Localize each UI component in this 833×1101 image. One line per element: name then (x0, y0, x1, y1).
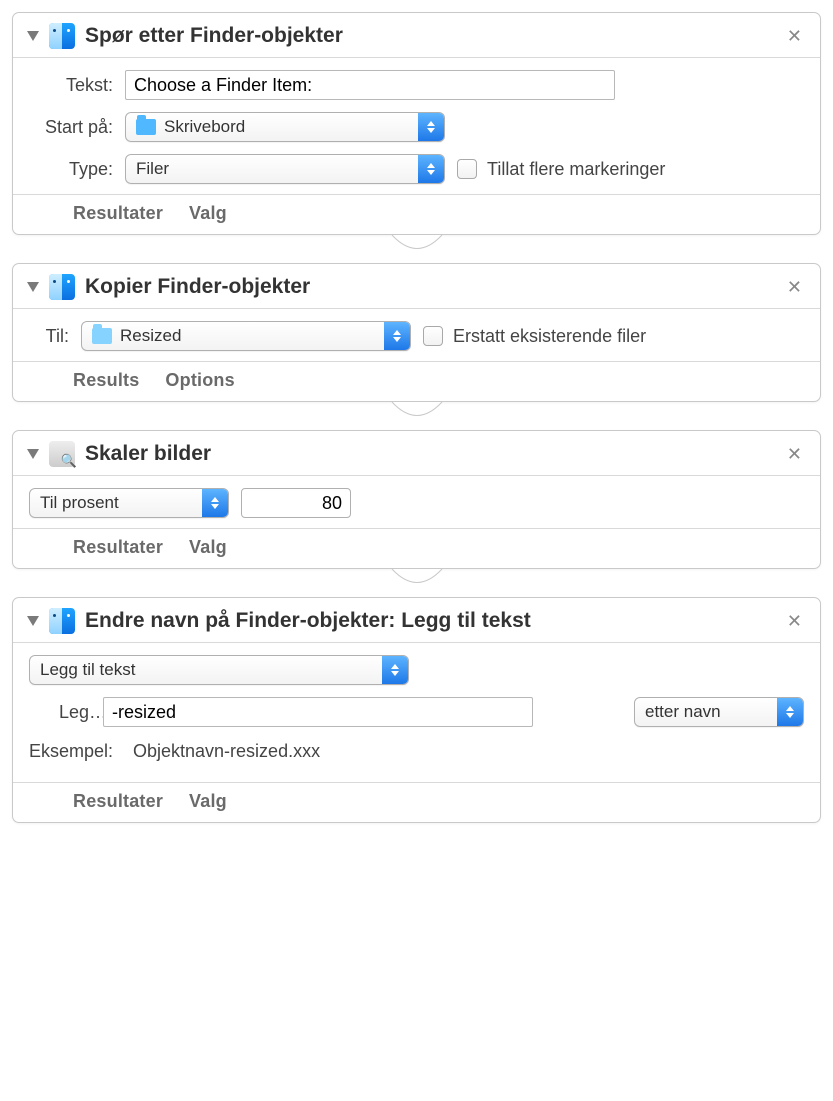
action-header: Endre navn på Finder-objekter: Legg til … (13, 598, 820, 643)
text-label: Tekst: (29, 75, 113, 96)
allow-multi-checkbox[interactable] (457, 159, 477, 179)
replace-row: Erstatt eksisterende filer (423, 326, 646, 347)
action-body: Legg til tekst Leg… etter navn Eksempel:… (13, 643, 820, 782)
action-header: Skaler bilder ✕ (13, 431, 820, 476)
finder-icon (49, 274, 75, 300)
action-scale-images: Skaler bilder ✕ Til prosent Resultater V… (12, 430, 821, 569)
position-value: etter navn (645, 702, 721, 722)
replace-checkbox[interactable] (423, 326, 443, 346)
chevron-up-down-icon (382, 656, 408, 684)
row-text: Tekst: (29, 70, 804, 100)
results-button[interactable]: Results (73, 370, 139, 391)
scale-mode-popup[interactable]: Til prosent (29, 488, 229, 518)
allow-multi-label: Tillat flere markeringer (487, 159, 665, 180)
start-label: Start på: (29, 117, 113, 138)
text-input[interactable] (125, 70, 615, 100)
example-label: Eksempel: (29, 741, 123, 762)
action-body: Til: Resized Erstatt eksisterende filer (13, 309, 820, 361)
options-button[interactable]: Valg (189, 203, 227, 224)
row-add-text: Leg… etter navn (29, 697, 804, 727)
close-icon[interactable]: ✕ (783, 610, 806, 632)
close-icon[interactable]: ✕ (783, 25, 806, 47)
disclosure-triangle[interactable] (27, 449, 39, 459)
chevron-up-down-icon (418, 113, 444, 141)
action-title: Skaler bilder (85, 442, 773, 466)
close-icon[interactable]: ✕ (783, 276, 806, 298)
type-value: Filer (136, 159, 169, 179)
chevron-up-down-icon (418, 155, 444, 183)
preview-icon (49, 441, 75, 467)
disclosure-triangle[interactable] (27, 616, 39, 626)
action-footer: Resultater Valg (13, 782, 820, 822)
action-title: Spør etter Finder-objekter (85, 24, 773, 48)
action-rename-finder-items: Endre navn på Finder-objekter: Legg til … (12, 597, 821, 823)
folder-icon (92, 328, 112, 344)
row-to: Til: Resized Erstatt eksisterende filer (29, 321, 804, 351)
folder-icon (136, 119, 156, 135)
connector (12, 402, 821, 430)
action-body: Tekst: Start på: Skrivebord Type: Filer (13, 58, 820, 194)
to-value: Resized (120, 326, 181, 346)
chevron-up-down-icon (384, 322, 410, 350)
action-header: Kopier Finder-objekter ✕ (13, 264, 820, 309)
disclosure-triangle[interactable] (27, 282, 39, 292)
automator-workflow: Spør etter Finder-objekter ✕ Tekst: Star… (12, 12, 821, 823)
disclosure-triangle[interactable] (27, 31, 39, 41)
options-button[interactable]: Valg (189, 537, 227, 558)
connector (12, 235, 821, 263)
allow-multi-row: Tillat flere markeringer (457, 159, 665, 180)
action-header: Spør etter Finder-objekter ✕ (13, 13, 820, 58)
destination-popup[interactable]: Resized (81, 321, 411, 351)
rename-mode-popup[interactable]: Legg til tekst (29, 655, 409, 685)
action-ask-finder-items: Spør etter Finder-objekter ✕ Tekst: Star… (12, 12, 821, 235)
chevron-up-down-icon (202, 489, 228, 517)
options-button[interactable]: Options (165, 370, 234, 391)
row-scale: Til prosent (29, 488, 804, 518)
rename-mode-value: Legg til tekst (40, 660, 135, 680)
start-location-popup[interactable]: Skrivebord (125, 112, 445, 142)
action-copy-finder-items: Kopier Finder-objekter ✕ Til: Resized Er… (12, 263, 821, 402)
options-button[interactable]: Valg (189, 791, 227, 812)
row-mode: Legg til tekst (29, 655, 804, 685)
finder-icon (49, 23, 75, 49)
results-button[interactable]: Resultater (73, 203, 163, 224)
replace-label: Erstatt eksisterende filer (453, 326, 646, 347)
start-value: Skrivebord (164, 117, 245, 137)
results-button[interactable]: Resultater (73, 537, 163, 558)
action-title: Endre navn på Finder-objekter: Legg til … (85, 609, 773, 633)
connector (12, 569, 821, 597)
finder-icon (49, 608, 75, 634)
example-row: Eksempel: Objektnavn-resized.xxx (29, 739, 804, 772)
scale-mode-value: Til prosent (40, 493, 119, 513)
scale-amount-input[interactable] (241, 488, 351, 518)
row-type: Type: Filer Tillat flere markeringer (29, 154, 804, 184)
type-label: Type: (29, 159, 113, 180)
to-label: Til: (29, 326, 69, 347)
chevron-up-down-icon (777, 698, 803, 726)
action-title: Kopier Finder-objekter (85, 275, 773, 299)
add-text-label: Leg… (29, 702, 91, 723)
action-body: Til prosent (13, 476, 820, 528)
type-popup[interactable]: Filer (125, 154, 445, 184)
add-text-input[interactable] (103, 697, 533, 727)
example-value: Objektnavn-resized.xxx (133, 741, 320, 762)
position-popup[interactable]: etter navn (634, 697, 804, 727)
close-icon[interactable]: ✕ (783, 443, 806, 465)
results-button[interactable]: Resultater (73, 791, 163, 812)
row-start: Start på: Skrivebord (29, 112, 804, 142)
